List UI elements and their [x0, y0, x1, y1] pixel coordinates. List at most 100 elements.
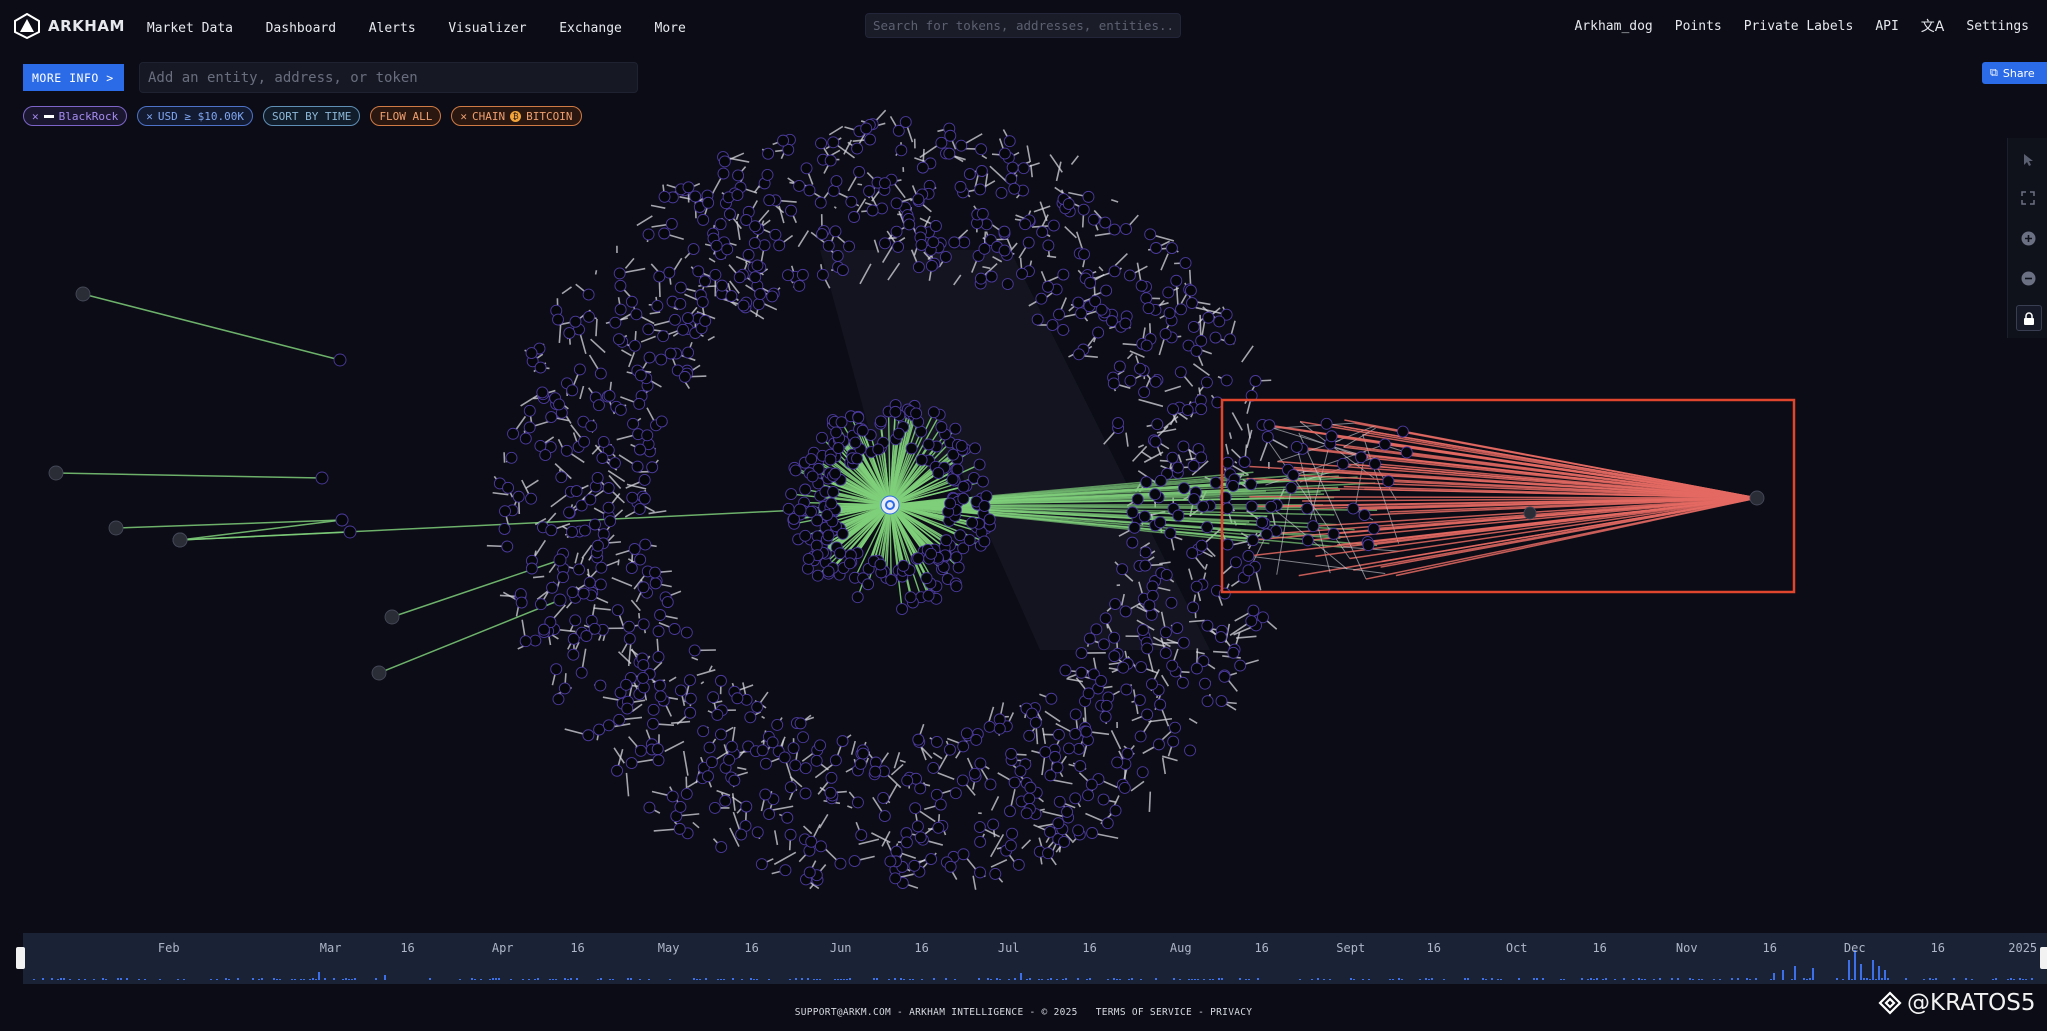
graph-node[interactable] [1126, 536, 1139, 549]
graph-node[interactable] [793, 279, 806, 292]
graph-node[interactable] [749, 220, 762, 233]
graph-node[interactable] [848, 211, 860, 223]
graph-node[interactable] [1175, 303, 1187, 316]
graph-node[interactable] [172, 532, 188, 548]
graph-node[interactable] [566, 586, 579, 599]
graph-node[interactable] [866, 204, 879, 217]
graph-node[interactable] [1004, 839, 1017, 852]
graph-node[interactable] [984, 778, 997, 791]
graph-node[interactable] [1400, 446, 1413, 459]
graph-node[interactable] [824, 154, 837, 167]
graph-node[interactable] [1014, 765, 1027, 778]
graph-node[interactable] [925, 853, 938, 866]
graph-node[interactable] [647, 717, 659, 730]
graph-node[interactable] [507, 427, 519, 440]
graph-node[interactable] [1165, 596, 1178, 609]
graph-node[interactable] [954, 180, 967, 193]
graph-node[interactable] [927, 406, 940, 419]
graph-node[interactable] [766, 290, 779, 303]
graph-node[interactable] [725, 290, 738, 303]
graph-node[interactable] [1749, 490, 1765, 506]
graph-node[interactable] [950, 580, 963, 593]
graph-node[interactable] [816, 268, 829, 281]
graph-node[interactable] [1059, 664, 1072, 677]
graph-node[interactable] [1057, 268, 1070, 281]
graph-node[interactable] [728, 774, 741, 787]
graph-node[interactable] [719, 794, 732, 807]
remove-icon[interactable]: ✕ [146, 110, 153, 123]
graph-node[interactable] [597, 436, 610, 448]
graph-node[interactable] [591, 539, 604, 552]
graph-node[interactable] [878, 177, 891, 190]
graph-node[interactable] [782, 502, 795, 515]
graph-node[interactable] [626, 491, 639, 504]
graph-node[interactable] [1153, 738, 1165, 751]
graph-node[interactable] [884, 855, 897, 868]
graph-node[interactable] [836, 735, 849, 748]
graph-node[interactable] [637, 672, 649, 684]
graph-node[interactable] [978, 242, 991, 255]
graph-node[interactable] [930, 788, 943, 801]
graph-node[interactable] [649, 577, 662, 590]
graph-node[interactable] [1124, 374, 1137, 387]
graph-node[interactable] [642, 323, 655, 336]
graph-node[interactable] [851, 591, 864, 604]
graph-node[interactable] [573, 363, 586, 376]
graph-node[interactable] [1160, 569, 1173, 581]
graph-node[interactable] [710, 239, 723, 252]
graph-node[interactable] [1325, 430, 1338, 443]
graph-node[interactable] [995, 187, 1008, 199]
graph-node[interactable] [560, 444, 573, 457]
graph-node[interactable] [799, 787, 812, 800]
graph-node[interactable] [1019, 218, 1032, 231]
graph-node[interactable] [1229, 556, 1242, 569]
graph-node[interactable] [1112, 417, 1125, 429]
graph-node[interactable] [674, 684, 687, 697]
graph-node[interactable] [889, 872, 902, 885]
graph-node[interactable] [1035, 292, 1048, 305]
graph-node[interactable] [951, 463, 964, 476]
graph-node[interactable] [1095, 303, 1108, 316]
graph-node[interactable] [879, 237, 891, 250]
graph-node[interactable] [896, 603, 908, 615]
graph-node[interactable] [1215, 631, 1227, 643]
graph-node[interactable] [638, 492, 651, 505]
graph-node[interactable] [872, 443, 885, 456]
graph-node[interactable] [633, 503, 646, 516]
graph-node[interactable] [1001, 278, 1014, 290]
graph-node[interactable] [957, 492, 970, 505]
graph-node[interactable] [1301, 534, 1314, 547]
nav-api[interactable]: API [1875, 19, 1898, 34]
graph-node[interactable] [552, 693, 565, 706]
graph-node[interactable] [830, 175, 843, 188]
graph-node[interactable] [758, 239, 771, 252]
graph-node[interactable] [651, 300, 664, 312]
graph-node[interactable] [1139, 546, 1152, 559]
terms-link[interactable]: TERMS OF SERVICE [1096, 1007, 1192, 1018]
graph-node[interactable] [505, 451, 518, 464]
nav-visualizer[interactable]: Visualizer [448, 21, 526, 36]
graph-node[interactable] [1108, 650, 1121, 663]
graph-node[interactable] [1022, 236, 1035, 249]
graph-node[interactable] [708, 801, 721, 814]
graph-node[interactable] [1178, 482, 1190, 495]
graph-node[interactable] [816, 228, 828, 240]
graph-node[interactable] [829, 225, 842, 238]
graph-node[interactable] [944, 743, 956, 756]
graph-node[interactable] [1215, 695, 1228, 708]
graph-node[interactable] [909, 802, 922, 815]
graph-node[interactable] [856, 424, 869, 437]
graph-node[interactable] [1108, 223, 1121, 236]
graph-node[interactable] [655, 353, 668, 366]
graph-node[interactable] [1023, 792, 1036, 805]
graph-node[interactable] [949, 787, 962, 800]
graph-node[interactable] [751, 826, 764, 839]
graph-node[interactable] [553, 398, 565, 411]
graph-node[interactable] [343, 525, 357, 539]
graph-node[interactable] [566, 526, 578, 538]
graph-node[interactable] [744, 711, 757, 724]
graph-node[interactable] [927, 762, 940, 774]
graph-node[interactable] [1133, 694, 1146, 706]
graph-node[interactable] [1369, 457, 1381, 470]
graph-node[interactable] [596, 452, 609, 464]
